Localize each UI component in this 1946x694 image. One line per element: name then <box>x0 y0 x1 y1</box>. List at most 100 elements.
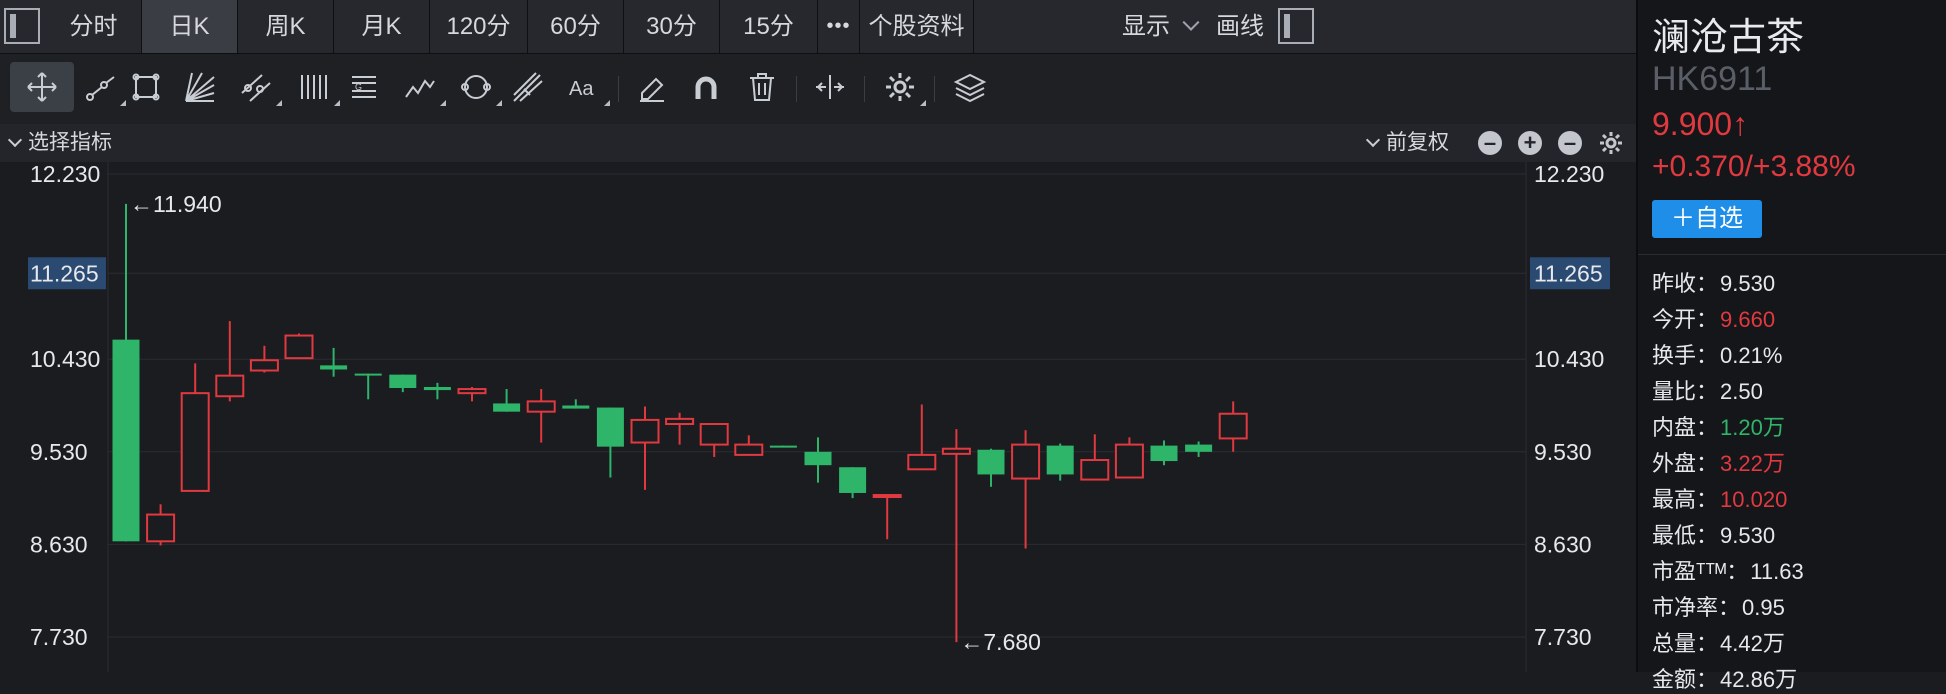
fibonacci-icon[interactable]: G <box>332 62 396 112</box>
y-tick-label-left: 7.730 <box>30 624 88 650</box>
candle-body-up <box>1114 443 1144 479</box>
stat-row: 最低：9.530 <box>1652 518 1775 550</box>
candle-body-down <box>493 403 521 412</box>
candle-body-up <box>941 447 971 455</box>
candle-body-down <box>354 373 382 376</box>
stat-value: 10.020 <box>1720 487 1788 512</box>
settings-icon[interactable] <box>868 62 932 112</box>
stat-label: 市净率： <box>1652 595 1741 620</box>
parallel-channel-icon[interactable] <box>224 62 288 112</box>
add-to-watchlist-button[interactable]: ＋自选 <box>1652 200 1762 238</box>
stat-value: 9.660 <box>1720 307 1776 332</box>
more-periods-button[interactable]: ••• <box>818 0 860 53</box>
stat-label: 量比： <box>1652 379 1719 404</box>
svg-text:Aa: Aa <box>569 78 594 100</box>
tab-monthly-k[interactable]: 月K <box>334 0 430 53</box>
candle-body-down <box>562 405 590 409</box>
toolbar-divider <box>618 76 619 102</box>
candlestick-chart[interactable]: 12.230 12.230 11.265 11.265 10.430 10.430 9.53… <box>0 162 1636 672</box>
tab-intraday[interactable]: 分时 <box>46 0 142 53</box>
candle-body-down <box>423 386 451 391</box>
y-tick-label-left: 10.430 <box>30 346 100 372</box>
toolbar-divider <box>934 76 935 102</box>
pitchfork-icon[interactable] <box>496 62 560 112</box>
candle-body-down <box>389 374 417 389</box>
stat-row: 外盘：3.22万 <box>1652 446 1785 478</box>
tab-daily-k[interactable]: 日K <box>142 0 238 53</box>
candle-body-down <box>769 445 797 448</box>
y-tick-label-left: 8.630 <box>30 531 88 557</box>
split-view-icon[interactable] <box>798 62 862 112</box>
svg-text:G: G <box>355 82 362 92</box>
stat-label: 换手： <box>1652 343 1719 368</box>
stat-row: 换手：0.21% <box>1652 338 1782 370</box>
period-tab-bar: 分时 日K 周K 月K 120分 60分 30分 15分 ••• 个股资料 显示… <box>0 0 1636 54</box>
tab-weekly-k[interactable]: 周K <box>238 0 334 53</box>
divider <box>1638 254 1946 255</box>
stat-value: 9.530 <box>1720 271 1776 296</box>
y-tick-label-right: 11.265 <box>1534 260 1603 286</box>
candle-body-up <box>699 423 729 446</box>
stat-value: 0.95 <box>1742 595 1785 620</box>
stat-value: 0.21% <box>1720 343 1783 368</box>
tab-60min[interactable]: 60分 <box>528 0 624 53</box>
candle-body-up <box>734 443 764 456</box>
price-adjust-dropdown[interactable]: 前复权 <box>1365 124 1449 162</box>
candle-body-down <box>112 339 140 542</box>
stat-value: 11.63 <box>1750 559 1804 584</box>
candle-body-up <box>907 453 937 471</box>
y-tick-label-left: 9.530 <box>30 439 88 465</box>
move-cursor-icon[interactable] <box>10 62 74 112</box>
stock-info-panel: 澜沧古茶 HK6911 9.900↑ +0.370/+3.88% ＋自选 昨收：… <box>1636 0 1946 692</box>
stat-label: 昨收： <box>1652 271 1719 296</box>
stat-label: 最高： <box>1652 487 1719 512</box>
wave-icon[interactable] <box>388 62 452 112</box>
y-tick-label-right: 7.730 <box>1534 624 1592 650</box>
collapse-icon[interactable]: – <box>1478 131 1502 155</box>
trash-icon[interactable] <box>730 62 794 112</box>
toolbar-divider <box>796 76 797 102</box>
stat-row: 最高：10.020 <box>1652 482 1787 514</box>
zoom-out-icon[interactable]: – <box>1558 131 1582 155</box>
stat-label: 市盈ᵀᵀᴹ： <box>1652 559 1749 584</box>
tab-stock-profile[interactable]: 个股资料 <box>860 0 974 53</box>
candle-body-up <box>1080 459 1110 481</box>
select-indicator-button[interactable]: 选择指标 <box>7 124 112 162</box>
text-tool-icon[interactable]: Aa <box>552 62 616 112</box>
stat-value: 1.20万 <box>1720 415 1785 440</box>
zoom-in-icon[interactable]: + <box>1518 131 1542 155</box>
candle-body-up <box>457 388 487 395</box>
left-panel-toggle-icon[interactable] <box>4 8 40 44</box>
right-panel-toggle-icon[interactable] <box>1278 8 1314 44</box>
stat-value: 4.42万 <box>1720 631 1785 656</box>
tab-15min[interactable]: 15分 <box>720 0 818 53</box>
layers-icon[interactable] <box>938 62 1002 112</box>
tab-120min[interactable]: 120分 <box>430 0 528 53</box>
stat-value: 9.530 <box>1720 523 1776 548</box>
indicator-settings-icon[interactable] <box>1598 130 1624 156</box>
stat-value: 42.86万 <box>1720 667 1798 692</box>
chevron-down-icon <box>1182 13 1200 31</box>
candle-body-up <box>665 417 695 426</box>
select-indicator-label: 选择指标 <box>28 131 112 154</box>
y-tick-label-right: 12.230 <box>1534 162 1604 187</box>
candle-body-down <box>1185 444 1213 452</box>
candle-body-up <box>284 334 314 360</box>
chart-area: 分时 日K 周K 月K 120分 60分 30分 15分 ••• 个股资料 显示… <box>0 0 1636 672</box>
stock-code: HK6911 <box>1652 60 1773 98</box>
max-price-annotation: ←11.940 <box>130 191 222 217</box>
tab-30min[interactable]: 30分 <box>624 0 720 53</box>
stock-name: 澜沧古茶 <box>1652 17 1805 59</box>
display-menu[interactable]: 显示 <box>1122 0 1200 53</box>
stock-change: +0.370/+3.88% <box>1652 150 1856 183</box>
draw-line-menu[interactable]: 画线 <box>1216 0 1264 53</box>
y-tick-label-left: 12.230 <box>30 162 100 187</box>
candle-body-up <box>872 494 902 499</box>
candle-body-up <box>249 359 279 372</box>
fan-lines-icon[interactable] <box>168 62 232 112</box>
candle-body-up <box>1218 412 1248 440</box>
stat-row: 总量：4.42万 <box>1652 626 1785 658</box>
candle-body-down <box>804 451 832 466</box>
magnet-icon[interactable] <box>674 62 738 112</box>
candle-body-up <box>146 513 176 543</box>
